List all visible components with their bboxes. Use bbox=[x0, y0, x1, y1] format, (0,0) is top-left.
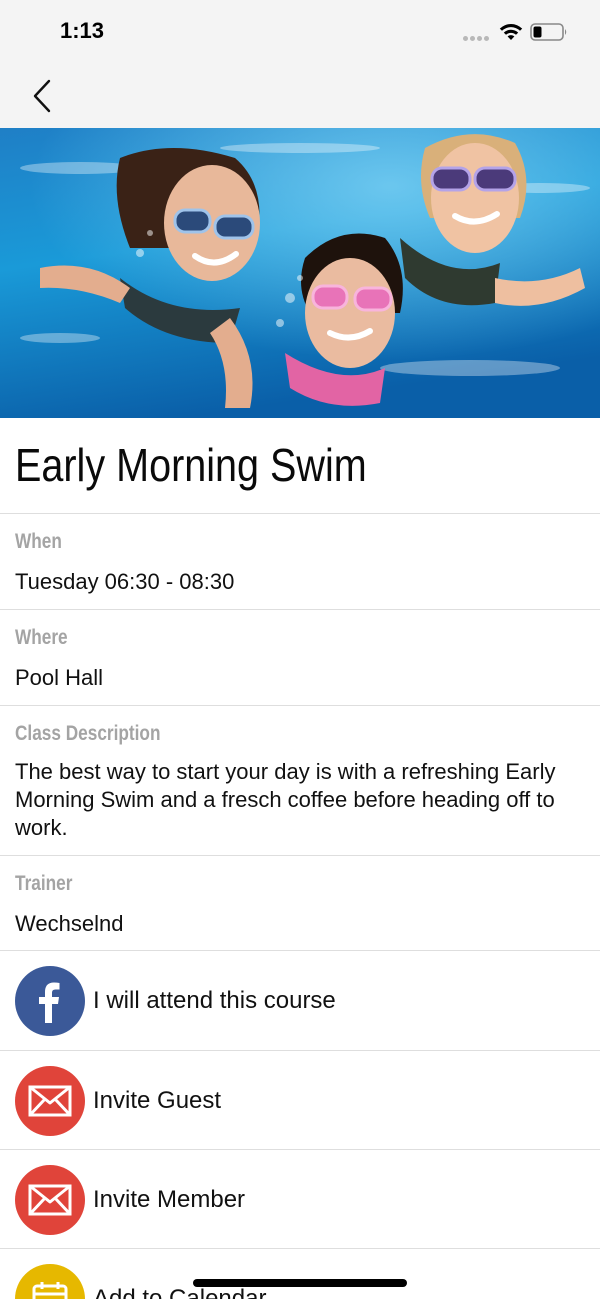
cellular-signal-icon bbox=[463, 36, 491, 42]
where-value: Pool Hall bbox=[15, 665, 104, 690]
trainer-label: Trainer bbox=[15, 872, 73, 895]
status-time: 1:13 bbox=[60, 18, 105, 43]
trainer-section: Trainer Wechselnd bbox=[0, 872, 600, 938]
back-button[interactable] bbox=[22, 74, 62, 118]
navigation-bar bbox=[0, 64, 600, 128]
invite-guest-label: Invite Guest bbox=[93, 1086, 222, 1114]
trainer-value: Wechselnd bbox=[15, 911, 124, 936]
divider bbox=[0, 609, 600, 610]
divider bbox=[0, 855, 600, 856]
wifi-icon bbox=[499, 24, 523, 40]
battery-icon bbox=[530, 23, 567, 41]
invite-member-button[interactable]: Invite Member bbox=[0, 1150, 600, 1249]
description-value: The best way to start your day is with a… bbox=[15, 759, 556, 840]
when-label: When bbox=[15, 530, 62, 553]
divider bbox=[0, 705, 600, 706]
mail-icon bbox=[15, 1065, 85, 1136]
invite-guest-button[interactable]: Invite Guest bbox=[0, 1051, 600, 1150]
description-label: Class Description bbox=[15, 722, 161, 745]
where-section: Where Pool Hall bbox=[0, 626, 600, 692]
invite-member-label: Invite Member bbox=[93, 1185, 246, 1213]
where-label: Where bbox=[15, 626, 68, 649]
description-section: Class Description The best way to start … bbox=[0, 722, 600, 842]
page-title: Early Morning Swim bbox=[15, 439, 367, 491]
facebook-icon bbox=[15, 965, 85, 1036]
divider bbox=[0, 513, 600, 514]
when-value: Tuesday 06:30 - 08:30 bbox=[15, 569, 235, 594]
status-bar: 1:13 bbox=[0, 0, 600, 64]
home-indicator[interactable] bbox=[193, 1279, 407, 1287]
hero-image bbox=[0, 128, 600, 418]
when-section: When Tuesday 06:30 - 08:30 bbox=[0, 530, 600, 596]
mail-icon bbox=[15, 1164, 85, 1235]
add-to-calendar-button[interactable]: Add to Calendar bbox=[0, 1249, 600, 1299]
attend-course-button[interactable]: I will attend this course bbox=[0, 951, 600, 1050]
calendar-icon bbox=[15, 1263, 85, 1299]
chevron-left-icon bbox=[33, 79, 51, 113]
attend-course-label: I will attend this course bbox=[93, 986, 336, 1014]
